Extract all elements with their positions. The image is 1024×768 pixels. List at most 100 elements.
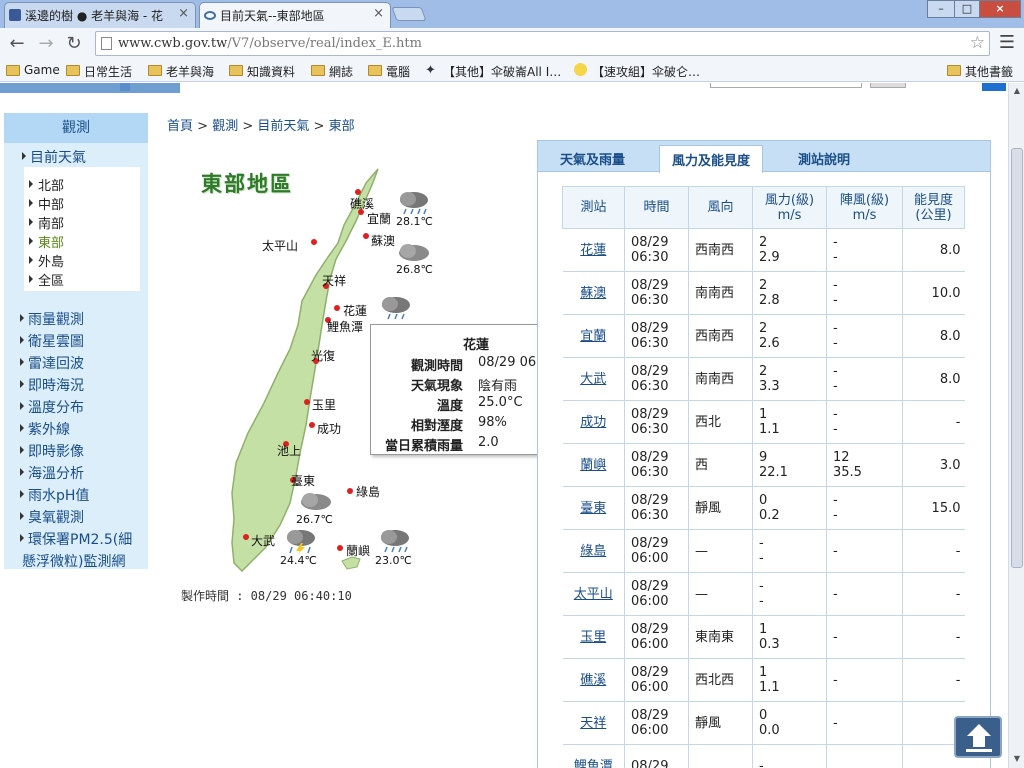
scroll-up-arrow-icon[interactable]: ▲ — [1011, 85, 1023, 97]
close-tab-icon[interactable]: × — [373, 6, 384, 21]
visibility-cell: 10.0 — [902, 271, 965, 315]
station-name[interactable]: 鯉魚潭 — [574, 759, 613, 768]
reload-icon[interactable]: ↻ — [62, 32, 86, 56]
station-label[interactable]: 池上 — [277, 442, 301, 459]
table-row: 玉里 08/29 06:00 東南東 1 0.3- - — [562, 615, 965, 659]
station-link[interactable]: 宜蘭 — [562, 314, 625, 358]
temperature-label: 23.0℃ — [375, 554, 412, 567]
station-label[interactable]: 鯉魚潭 — [327, 318, 363, 335]
minimize-button[interactable]: – — [927, 0, 955, 18]
station-label[interactable]: 蘇澳 — [371, 232, 395, 249]
station-link[interactable]: 蘇澳 — [562, 271, 625, 315]
station-link[interactable]: 玉里 — [562, 615, 625, 659]
gust-level: - — [833, 278, 838, 293]
station-label[interactable]: 大武 — [251, 532, 275, 549]
gust-cell: - — [826, 615, 903, 659]
station-name[interactable]: 大武 — [580, 372, 606, 387]
temperature-label: 28.1℃ — [396, 215, 433, 228]
vertical-scrollbar[interactable]: ▲ ▼ — [1008, 83, 1024, 768]
address-bar[interactable]: www.cwb.gov.tw/V7/observe/real/index_E.h… — [95, 31, 990, 56]
station-label[interactable]: 光復 — [311, 347, 335, 364]
station-name[interactable]: 天祥 — [580, 716, 606, 731]
station-link[interactable]: 蘭嶼 — [562, 443, 625, 487]
obs-time: 06:30 — [631, 250, 669, 265]
station-name[interactable]: 花蓮 — [580, 243, 606, 258]
station-name[interactable]: 綠島 — [580, 544, 606, 559]
obs-date: 08/29 — [631, 665, 669, 680]
station-link[interactable]: 成功 — [562, 400, 625, 444]
tab-station-info[interactable]: 測站說明 — [798, 149, 850, 168]
bookmark-link[interactable]: 【速攻組】伞破仑… — [574, 63, 700, 80]
station-label[interactable]: 太平山 — [262, 237, 298, 254]
maximize-button[interactable]: □ — [954, 0, 980, 18]
station-label[interactable]: 宜蘭 — [367, 210, 391, 227]
rain-cloud-icon — [382, 297, 410, 320]
bookmark-folder[interactable]: 老羊與海 — [148, 63, 214, 80]
bookmark-folder[interactable]: 其他書籤 — [947, 63, 1013, 80]
up-arrow-base — [966, 749, 992, 752]
time-cell: 08/29 06:30 — [624, 443, 689, 487]
browser-tab-1[interactable]: 溪邊的樹 ● 老羊與海 - 花 × — [4, 2, 196, 28]
station-label[interactable]: 玉里 — [312, 396, 336, 413]
station-link[interactable]: 臺東 — [562, 486, 625, 530]
bookmark-label: 日常生活 — [84, 65, 133, 79]
station-link[interactable]: 綠島 — [562, 529, 625, 573]
tab-wind-visibility[interactable]: 風力及能見度 — [659, 145, 764, 173]
tab-weather-rainfall[interactable]: 天氣及雨量 — [560, 149, 625, 168]
station-name[interactable]: 礁溪 — [580, 673, 606, 688]
station-link[interactable]: 天祥 — [562, 701, 625, 745]
table-row: 蘭嶼 08/29 06:30 西 9 22.1 12 35.5 3.0 — [562, 443, 965, 487]
wind-level: 1 — [759, 665, 768, 680]
gust-level: - — [833, 629, 838, 645]
bookmark-folder[interactable]: 日常生活 — [66, 63, 132, 80]
forward-arrow-icon[interactable]: → — [34, 32, 58, 56]
gust-speed: - — [833, 293, 838, 308]
bookmark-folder[interactable]: Game — [6, 63, 60, 77]
station-label[interactable]: 花蓮 — [343, 302, 367, 319]
back-to-top-button[interactable] — [954, 716, 1002, 758]
station-name[interactable]: 蘇澳 — [580, 286, 606, 301]
scrollbar-thumb[interactable] — [1011, 148, 1023, 568]
station-label[interactable]: 成功 — [317, 420, 341, 437]
header-line: 能見度 — [913, 192, 953, 208]
station-name[interactable]: 臺東 — [580, 501, 606, 516]
browser-tab-2[interactable]: 目前天氣--東部地區 × — [199, 2, 391, 28]
gust-cell: - — [826, 529, 903, 573]
wind-force-cell: 2 3.3 — [752, 357, 827, 401]
bookmark-folder[interactable]: 網誌 — [311, 63, 353, 80]
new-tab-button[interactable] — [391, 7, 427, 21]
direction-cell: — — [688, 572, 753, 616]
station-label[interactable]: 綠島 — [356, 483, 380, 500]
wind-level: - — [759, 579, 764, 594]
observation-panel: 天氣及雨量 風力及能見度 測站說明 測站 時間 風向 風力(級) m/s 陣風(級… — [537, 140, 991, 768]
gust-speed: - — [833, 250, 838, 265]
station-link[interactable]: 鯉魚潭 — [562, 744, 625, 768]
station-link[interactable]: 大武 — [562, 357, 625, 401]
close-tab-icon[interactable]: × — [178, 6, 189, 21]
station-link[interactable]: 太平山 — [562, 572, 625, 616]
close-window-button[interactable]: × — [979, 0, 1021, 18]
station-name[interactable]: 宜蘭 — [580, 329, 606, 344]
bookmark-star-icon[interactable]: ☆ — [970, 32, 985, 55]
station-label[interactable]: 天祥 — [322, 272, 346, 289]
browser-toolbar: ← → ↻ www.cwb.gov.tw/V7/observe/real/ind… — [0, 28, 1024, 60]
back-arrow-icon[interactable]: ← — [5, 32, 29, 56]
obs-date: 08/29 — [631, 579, 669, 594]
station-link[interactable]: 花蓮 — [562, 228, 625, 272]
station-label[interactable]: 臺東 — [291, 472, 315, 489]
scroll-down-arrow-icon[interactable]: ▼ — [1011, 753, 1023, 765]
station-link[interactable]: 礁溪 — [562, 658, 625, 702]
visibility-cell: 15.0 — [902, 486, 965, 530]
bookmark-link[interactable]: ✦ 【其他】伞破崙All I… — [425, 63, 561, 80]
direction-cell: 南南西 — [688, 357, 753, 401]
menu-icon[interactable]: ☰ — [996, 32, 1018, 54]
station-name[interactable]: 成功 — [580, 415, 606, 430]
time-cell: 08/29 06:30 — [624, 400, 689, 444]
wind-speed: 0.3 — [759, 637, 780, 652]
station-name[interactable]: 蘭嶼 — [580, 458, 606, 473]
station-name[interactable]: 玉里 — [580, 630, 606, 645]
bookmark-folder[interactable]: 知識資料 — [229, 63, 295, 80]
station-name[interactable]: 太平山 — [574, 587, 613, 602]
bookmark-folder[interactable]: 電腦 — [368, 63, 410, 80]
station-label[interactable]: 蘭嶼 — [346, 542, 370, 559]
